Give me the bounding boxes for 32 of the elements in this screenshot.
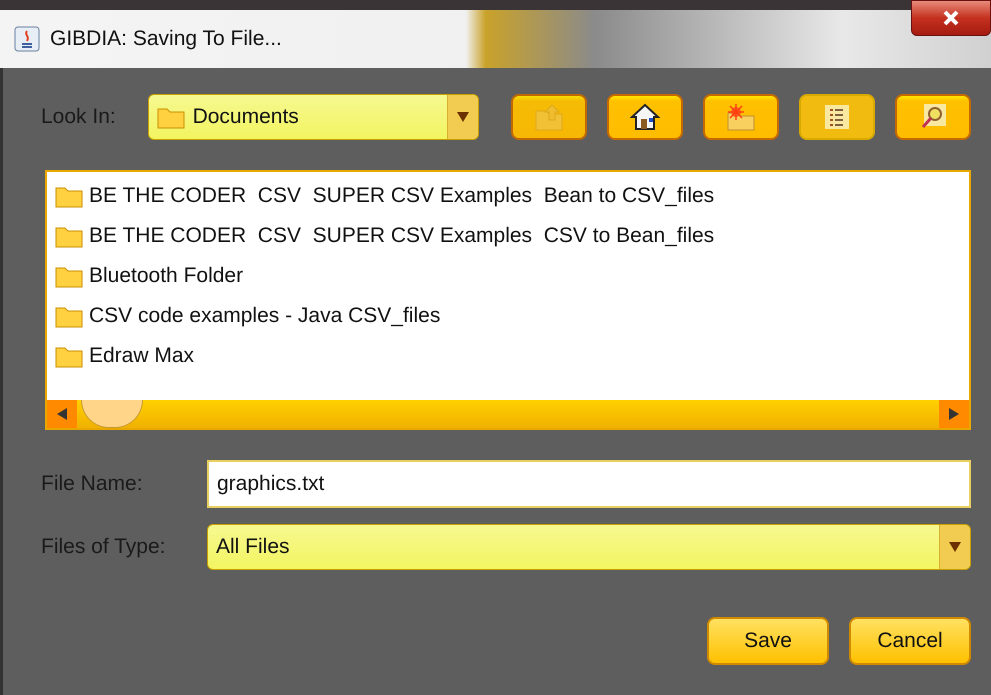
scroll-right-button[interactable]: [939, 400, 969, 428]
file-item[interactable]: Edraw Max: [89, 344, 194, 368]
look-in-value: Documents: [192, 105, 299, 129]
file-item[interactable]: CSV code examples - Java CSV_files: [89, 304, 440, 328]
look-in-label: Look In:: [41, 105, 117, 129]
right-arrow-icon: [949, 408, 959, 420]
left-arrow-icon: [57, 408, 67, 420]
dropdown-arrow-icon: [949, 542, 961, 552]
folder-up-icon: [534, 103, 564, 131]
list-view-icon: [825, 105, 849, 129]
file-item[interactable]: Bluetooth Folder: [89, 264, 244, 288]
app-icon: [14, 26, 40, 52]
close-button[interactable]: [911, 0, 991, 36]
toolbar-button[interactable]: [607, 94, 683, 140]
home-icon: [630, 103, 660, 131]
magnifier-icon: [920, 104, 946, 130]
file-type-dropdown[interactable]: All Files: [207, 524, 971, 570]
horizontal-scrollbar[interactable]: [47, 400, 969, 428]
file-type-value: All Files: [215, 535, 291, 559]
file-item[interactable]: BE THE CODER CSV SUPER CSV Examples Bean to CSV_files: [89, 184, 714, 208]
file-item[interactable]: BE THE CODER CSV SUPER CSV Examples CSV to Bean_files: [89, 224, 714, 248]
file-name-field[interactable]: graphics.txt: [207, 460, 971, 508]
file-name-label: File Name:: [41, 472, 144, 496]
save-button[interactable]: Save: [707, 617, 829, 665]
close-icon: [943, 10, 959, 26]
scroll-left-button[interactable]: [47, 400, 77, 428]
new-folder-icon: [726, 103, 756, 131]
cancel-button[interactable]: Cancel: [849, 617, 971, 665]
look-in-dropdown[interactable]: Documents: [148, 94, 479, 140]
file-type-label: Files of Type:: [41, 535, 167, 559]
dropdown-arrow-icon: [457, 112, 469, 122]
window-title: GIBDIA: Saving To File...: [50, 27, 282, 51]
